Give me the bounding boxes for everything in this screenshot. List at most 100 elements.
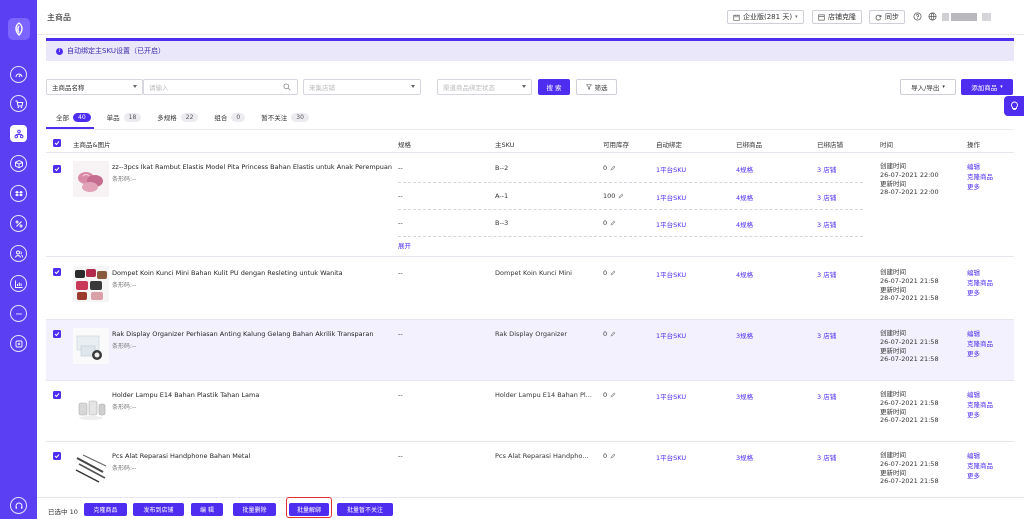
more-link[interactable]: 更多: [967, 471, 993, 481]
product-name[interactable]: Rak Display Organizer Perhiasan Anting K…: [112, 330, 373, 338]
edit-link[interactable]: 编辑: [967, 329, 993, 339]
avatar[interactable]: [942, 13, 949, 21]
help-icon[interactable]: [912, 11, 923, 22]
inventory-box-icon[interactable]: [10, 155, 27, 172]
product-thumbnail[interactable]: [73, 450, 109, 486]
select-all-checkbox[interactable]: [53, 139, 61, 147]
stock-cell[interactable]: 0: [603, 452, 616, 460]
globe-icon[interactable]: [927, 11, 938, 22]
support-headset-icon[interactable]: [10, 497, 27, 514]
clone-product-link[interactable]: 克隆商品: [967, 339, 993, 349]
bulk-delete-button[interactable]: 批量删除: [233, 503, 276, 516]
customers-icon[interactable]: [10, 245, 27, 262]
clone-product-link[interactable]: 克隆商品: [967, 400, 993, 410]
bound-stores-link[interactable]: 3 店铺: [817, 192, 836, 202]
sync-button[interactable]: 同步: [869, 10, 905, 24]
orders-cart-icon[interactable]: [10, 95, 27, 112]
add-product-button[interactable]: 添加商品 ▾: [961, 79, 1013, 95]
bound-stores-link[interactable]: 3 店铺: [817, 164, 836, 174]
auto-bind-link[interactable]: 1平台SKU: [656, 192, 686, 202]
bound-stores-link[interactable]: 3 店铺: [817, 330, 836, 340]
edit-pencil-icon[interactable]: [610, 270, 616, 276]
variant-stock[interactable]: 0: [603, 219, 616, 227]
bound-stores-link[interactable]: 3 店铺: [817, 219, 836, 229]
product-name[interactable]: zz--3pcs Ikat Rambut Elastis Model Pita …: [112, 163, 392, 171]
chat-icon[interactable]: [10, 305, 27, 322]
tab-single[interactable]: 单品 18: [107, 112, 142, 122]
more-link[interactable]: 更多: [967, 410, 993, 420]
auto-bind-link[interactable]: 1平台SKU: [656, 330, 686, 340]
bound-products-link[interactable]: 4规格: [736, 219, 753, 229]
store-clone-button[interactable]: 店铺克隆: [812, 10, 862, 24]
row-checkbox[interactable]: [53, 452, 61, 460]
products-icon[interactable]: [10, 125, 27, 142]
stock-cell[interactable]: 0: [603, 269, 616, 277]
stock-cell[interactable]: 0: [603, 391, 616, 399]
bound-products-link[interactable]: 4规格: [736, 164, 753, 174]
tab-all[interactable]: 全部 40: [56, 112, 91, 122]
product-thumbnail[interactable]: [73, 161, 109, 197]
expand-link[interactable]: 展开: [398, 240, 411, 250]
bound-products-link[interactable]: 3规格: [736, 391, 753, 401]
product-name[interactable]: Pcs Alat Reparasi Handphone Bahan Metal: [112, 452, 250, 460]
product-name[interactable]: Holder Lampu E14 Bahan Plastik Tahan Lam…: [112, 391, 259, 399]
edit-link[interactable]: 编辑: [967, 162, 993, 172]
variant-stock[interactable]: 0: [603, 164, 616, 172]
plan-badge[interactable]: 企业版(281 天) ▾: [727, 10, 804, 24]
bound-products-link[interactable]: 4规格: [736, 192, 753, 202]
product-thumbnail[interactable]: [73, 389, 109, 425]
auto-bind-link[interactable]: 1平台SKU: [656, 391, 686, 401]
auto-bind-link[interactable]: 1平台SKU: [656, 164, 686, 174]
more-link[interactable]: 更多: [967, 182, 993, 192]
reports-chart-icon[interactable]: [10, 275, 27, 292]
account-menu-redacted[interactable]: [982, 13, 991, 21]
row-checkbox[interactable]: [53, 165, 61, 173]
edit-pencil-icon[interactable]: [610, 331, 616, 337]
import-export-button[interactable]: 导入/导出 ▾: [900, 79, 956, 95]
edit-pencil-icon[interactable]: [610, 392, 616, 398]
variant-stock[interactable]: 100: [603, 192, 624, 200]
row-checkbox[interactable]: [53, 330, 61, 338]
store-select[interactable]: 来集店铺: [303, 79, 421, 95]
row-checkbox[interactable]: [53, 391, 61, 399]
clone-product-link[interactable]: 克隆商品: [967, 461, 993, 471]
product-thumbnail[interactable]: [73, 328, 109, 364]
tab-ignored[interactable]: 暂不关注 30: [261, 112, 309, 122]
tab-multi-spec[interactable]: 多规格 22: [157, 112, 199, 122]
bulk-edit-button[interactable]: 编 辑: [191, 503, 223, 516]
more-link[interactable]: 更多: [967, 349, 993, 359]
edit-link[interactable]: 编辑: [967, 268, 993, 278]
publish-to-store-button[interactable]: 发布到店铺: [133, 503, 184, 516]
apps-icon[interactable]: [10, 335, 27, 352]
bound-stores-link[interactable]: 3 店铺: [817, 452, 836, 462]
tips-bulb-icon[interactable]: [1004, 96, 1024, 116]
field-select[interactable]: 主商品名称: [46, 79, 143, 95]
edit-pencil-icon[interactable]: [610, 453, 616, 459]
product-name[interactable]: Dompet Koin Kunci Mini Bahan Kulit PU de…: [112, 269, 343, 277]
edit-pencil-icon[interactable]: [610, 220, 616, 226]
edit-link[interactable]: 编辑: [967, 390, 993, 400]
bulk-ignore-button[interactable]: 批量暂不关注: [337, 503, 393, 516]
edit-pencil-icon[interactable]: [610, 165, 616, 171]
edit-link[interactable]: 编辑: [967, 451, 993, 461]
auto-bind-link[interactable]: 1平台SKU: [656, 269, 686, 279]
stock-cell[interactable]: 0: [603, 330, 616, 338]
clone-product-link[interactable]: 克隆商品: [967, 172, 993, 182]
filter-button[interactable]: 筛选: [576, 79, 617, 95]
bind-status-select[interactable]: 渠道商品绑定状态: [437, 79, 532, 95]
search-input[interactable]: 请输入: [143, 79, 298, 95]
bound-products-link[interactable]: 3规格: [736, 330, 753, 340]
row-checkbox[interactable]: [53, 268, 61, 276]
bound-products-link[interactable]: 3规格: [736, 452, 753, 462]
dashboard-icon[interactable]: [10, 66, 27, 83]
bound-stores-link[interactable]: 3 店铺: [817, 269, 836, 279]
search-button[interactable]: 搜 索: [538, 79, 570, 95]
bound-stores-link[interactable]: 3 店铺: [817, 391, 836, 401]
auto-bind-link[interactable]: 1平台SKU: [656, 452, 686, 462]
auto-bind-link[interactable]: 1平台SKU: [656, 219, 686, 229]
bulk-clone-button[interactable]: 克隆商品: [84, 503, 127, 516]
edit-pencil-icon[interactable]: [618, 193, 624, 199]
bound-products-link[interactable]: 4规格: [736, 269, 753, 279]
dropbox-icon[interactable]: [10, 185, 27, 202]
product-thumbnail[interactable]: [73, 266, 109, 302]
